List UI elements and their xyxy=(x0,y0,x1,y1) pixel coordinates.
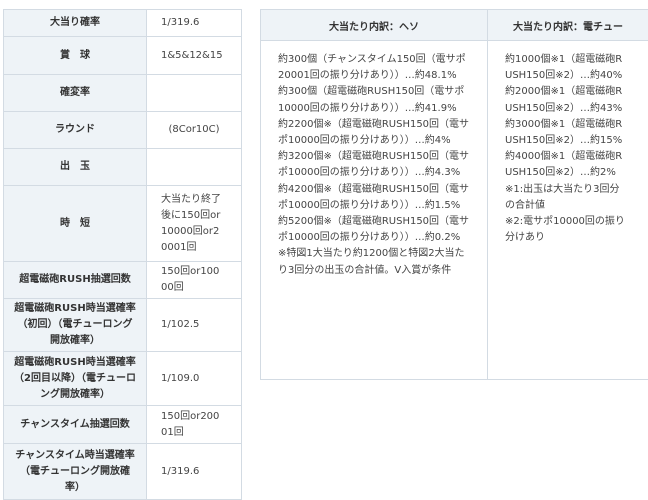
spec-key: 超電磁砲RUSH時当選確率（2回目以降）（電チューロング開放確率） xyxy=(4,352,147,406)
breakdown-line: ※1:出玉は大当たり3回分の合計値 xyxy=(505,182,625,214)
heso-header: 大当たり内訳：ヘソ xyxy=(261,10,488,41)
breakdown-line: ※特図1大当たり約1200個と特図2大当たり3回分の出玉の合計値。V入賞が条件 xyxy=(278,246,470,278)
spec-value xyxy=(147,75,242,112)
heso-breakdown-cell: 約300個（チャンスタイム150回（電サポ20001回の振り分けあり））…約48… xyxy=(261,41,488,380)
spec-value-text: 150回or10000回 xyxy=(161,264,223,296)
spec-key: ラウンド xyxy=(4,112,147,149)
spec-row: 確変率 xyxy=(4,75,242,112)
breakdown-header-row: 大当たり内訳：ヘソ 大当たり内訳：電チュー xyxy=(261,10,648,41)
spec-key: 出 玉 xyxy=(4,149,147,186)
spec-row: 賞 球 1&5&12&15 xyxy=(4,37,242,75)
breakdown-line: 約5200個※（超電磁砲RUSH150回（電サポ10000回の振り分けあり））…… xyxy=(278,214,470,246)
denchu-breakdown-cell: 約1000個※1（超電磁砲RUSH150回※2）…約40%約2000個※1（超電… xyxy=(488,41,648,380)
spec-key: 超電磁砲RUSH時当選確率（初回）（電チューロング開放確率） xyxy=(4,299,147,352)
spec-value: 150回or10000回 xyxy=(147,262,242,299)
breakdown-table: 大当たり内訳：ヘソ 大当たり内訳：電チュー 約300個（チャンスタイム150回（… xyxy=(260,9,648,380)
breakdown-line: 約300個（チャンスタイム150回（電サポ20001回の振り分けあり））…約48… xyxy=(278,52,470,84)
spec-value-text: 1/319.6 xyxy=(161,15,199,31)
breakdown-line: 約4000個※1（超電磁砲RUSH150回※2）…約2% xyxy=(505,149,625,181)
spec-value: (8Cor10C) xyxy=(147,112,242,149)
breakdown-line: 約3000個※1（超電磁砲RUSH150回※2）…約15% xyxy=(505,117,625,149)
spec-value: 大当たり終了後に150回or10000回or20001回 xyxy=(147,186,242,262)
spec-row: 超電磁砲RUSH時当選確率（初回）（電チューロング開放確率） 1/102.5 xyxy=(4,299,242,352)
breakdown-line: 約3200個※（超電磁砲RUSH150回（電サポ10000回の振り分けあり））…… xyxy=(278,149,470,181)
spec-value: 1&5&12&15 xyxy=(147,37,242,75)
spec-value-text: 1/102.5 xyxy=(161,317,199,333)
spec-table: 大当り確率 1/319.6 賞 球 1&5&12&15 確変率ラウンド (8Cor10C)… xyxy=(3,9,242,500)
column-gutter xyxy=(243,9,260,494)
spec-row: 超電磁砲RUSH時当選確率（2回目以降）（電チューロング開放確率） 1/109.0 xyxy=(4,352,242,406)
spec-value-text: (8Cor10C) xyxy=(168,122,219,138)
spec-row: ラウンド (8Cor10C) xyxy=(4,112,242,149)
denchu-header: 大当たり内訳：電チュー xyxy=(488,10,648,41)
spec-value-text: 1/109.0 xyxy=(161,371,199,387)
spec-row: チャンスタイム時当選確率（電チューロング開放確率） 1/319.6 xyxy=(4,444,242,500)
spec-key: 確変率 xyxy=(4,75,147,112)
breakdown-line: ※2:電サポ10000回の振り分けあり xyxy=(505,214,625,246)
breakdown-line: 約1000個※1（超電磁砲RUSH150回※2）…約40% xyxy=(505,52,625,84)
spec-row: チャンスタイム抽選回数 150回or20001回 xyxy=(4,406,242,444)
spec-row: 大当り確率 1/319.6 xyxy=(4,10,242,37)
spec-value: 1/319.6 xyxy=(147,10,242,37)
breakdown-line: 約2000個※1（超電磁砲RUSH150回※2）…約43% xyxy=(505,84,625,116)
spec-value: 1/109.0 xyxy=(147,352,242,406)
breakdown-line: 約4200個※（超電磁砲RUSH150回（電サポ10000回の振り分けあり））…… xyxy=(278,182,470,214)
spec-value xyxy=(147,149,242,186)
breakdown-line: 約300個（超電磁砲RUSH150回（電サポ10000回の振り分けあり））…約4… xyxy=(278,84,470,116)
spec-value: 1/319.6 xyxy=(147,444,242,500)
spec-key: 大当り確率 xyxy=(4,10,147,37)
breakdown-line: 約2200個※（超電磁砲RUSH150回（電サポ10000回の振り分けあり））…… xyxy=(278,117,470,149)
spec-value: 1/102.5 xyxy=(147,299,242,352)
spec-value-text: 1&5&12&15 xyxy=(161,48,223,64)
spec-row: 超電磁砲RUSH抽選回数 150回or10000回 xyxy=(4,262,242,299)
breakdown-body-row: 約300個（チャンスタイム150回（電サポ20001回の振り分けあり））…約48… xyxy=(261,41,648,380)
spec-row: 出 玉 xyxy=(4,149,242,186)
spec-value-text: 1/319.6 xyxy=(161,464,199,480)
spec-value-text: 150回or20001回 xyxy=(161,409,223,441)
spec-row: 時 短大当たり終了後に150回or10000回or20001回 xyxy=(4,186,242,262)
spec-table-body: 大当り確率 1/319.6 賞 球 1&5&12&15 確変率ラウンド (8Cor10C)… xyxy=(4,10,242,500)
spec-value: 150回or20001回 xyxy=(147,406,242,444)
spec-key: チャンスタイム抽選回数 xyxy=(4,406,147,444)
spec-value-text: 大当たり終了後に150回or10000回or20001回 xyxy=(161,192,223,256)
spec-key: 時 短 xyxy=(4,186,147,262)
spec-key: チャンスタイム時当選確率（電チューロング開放確率） xyxy=(4,444,147,500)
spec-key: 賞 球 xyxy=(4,37,147,75)
spec-key: 超電磁砲RUSH抽選回数 xyxy=(4,262,147,299)
